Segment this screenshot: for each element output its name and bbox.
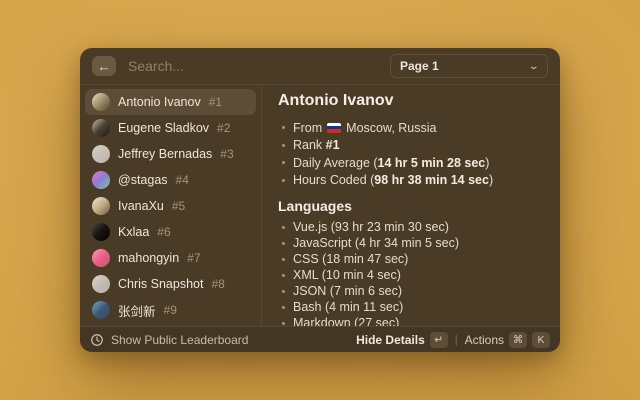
leaderboard-list: Antonio Ivanov #1Eugene Sladkov #2 Jeffrey … bbox=[80, 85, 262, 326]
hide-details-button[interactable]: Hide Details ↵ bbox=[356, 332, 448, 348]
languages-list: Vue.js (93 hr 23 min 30 sec)JavaScript (… bbox=[278, 219, 544, 326]
user-avatar bbox=[92, 301, 110, 319]
user-rank: #2 bbox=[217, 121, 230, 135]
back-arrow-icon: ← bbox=[98, 60, 111, 73]
user-avatar bbox=[92, 197, 110, 215]
user-name: Antonio Ivanov bbox=[118, 95, 201, 109]
leaderboard-row[interactable]: mahongyin #7 bbox=[85, 245, 256, 271]
page-dropdown-value: Page 1 bbox=[400, 59, 439, 73]
user-rank: #3 bbox=[220, 147, 233, 161]
language-item: XML (10 min 4 sec) bbox=[278, 267, 544, 283]
detail-panel: Antonio Ivanov FromMoscow, RussiaRank #1… bbox=[262, 85, 560, 326]
back-button[interactable]: ← bbox=[92, 56, 116, 76]
page-dropdown[interactable]: Page 1 ⌄ bbox=[390, 54, 548, 78]
enter-key-icon: ↵ bbox=[430, 332, 448, 348]
user-avatar bbox=[92, 145, 110, 163]
user-rank: #4 bbox=[176, 173, 189, 187]
user-name: IvanaXu bbox=[118, 199, 164, 213]
detail-title: Antonio Ivanov bbox=[278, 92, 544, 110]
detail-fact: FromMoscow, Russia bbox=[278, 119, 544, 137]
user-avatar bbox=[92, 171, 110, 189]
wakatime-clock-icon bbox=[90, 333, 104, 347]
user-rank: #8 bbox=[211, 277, 224, 291]
detail-facts: FromMoscow, RussiaRank #1Daily Average (… bbox=[278, 119, 544, 189]
user-avatar bbox=[92, 249, 110, 267]
user-name: Eugene Sladkov bbox=[118, 121, 209, 135]
russia-flag-icon bbox=[327, 123, 341, 133]
user-rank: #1 bbox=[209, 95, 222, 109]
user-name: 张剑新 bbox=[118, 301, 156, 320]
command-palette-window: ← Page 1 ⌄ Antonio Ivanov#1Eugene Sladko… bbox=[80, 48, 560, 352]
language-item: Vue.js (93 hr 23 min 30 sec) bbox=[278, 219, 544, 235]
language-item: CSS (18 min 47 sec) bbox=[278, 251, 544, 267]
chevron-down-icon: ⌄ bbox=[529, 61, 540, 72]
detail-fact: Daily Average (14 hr 5 min 28 sec) bbox=[278, 154, 544, 172]
leaderboard-row[interactable]: @stagas #4 bbox=[85, 167, 256, 193]
leaderboard-row[interactable]: Chris Snapshot #8 bbox=[85, 271, 256, 297]
statusbar-divider: | bbox=[455, 334, 458, 346]
user-avatar bbox=[92, 93, 110, 111]
user-name: Jeffrey Bernadas bbox=[118, 147, 212, 161]
leaderboard-row[interactable]: 张剑新 #9 bbox=[85, 297, 256, 323]
languages-heading: Languages bbox=[278, 198, 544, 214]
leaderboard-row[interactable]: Jeffrey Bernadas #3 bbox=[85, 141, 256, 167]
main-content: Antonio Ivanov #1Eugene Sladkov #2 Jeffrey … bbox=[80, 85, 560, 326]
user-rank: #5 bbox=[172, 199, 185, 213]
user-rank: #9 bbox=[164, 303, 177, 317]
language-item: Bash (4 min 11 sec) bbox=[278, 299, 544, 315]
language-item: JSON (7 min 6 sec) bbox=[278, 283, 544, 299]
actions-label: Actions bbox=[465, 333, 504, 347]
actions-button[interactable]: Actions ⌘ K bbox=[465, 332, 550, 348]
user-rank: #7 bbox=[187, 251, 200, 265]
user-name: @stagas bbox=[118, 173, 168, 187]
user-name: mahongyin bbox=[118, 251, 179, 265]
app-label: Show Public Leaderboard bbox=[111, 333, 248, 347]
user-avatar bbox=[92, 119, 110, 137]
leaderboard-row[interactable]: IvanaXu #5 bbox=[85, 193, 256, 219]
language-item: JavaScript (4 hr 34 min 5 sec) bbox=[278, 235, 544, 251]
top-bar: ← Page 1 ⌄ bbox=[80, 48, 560, 85]
language-item: Markdown (27 sec) bbox=[278, 315, 544, 326]
k-key-icon: K bbox=[532, 332, 550, 348]
hide-details-label: Hide Details bbox=[356, 333, 425, 347]
leaderboard-row[interactable]: Eugene Sladkov #2 bbox=[85, 115, 256, 141]
user-name: Kxlaa bbox=[118, 225, 149, 239]
command-key-icon: ⌘ bbox=[509, 332, 527, 348]
search-input[interactable] bbox=[126, 57, 380, 75]
user-name: Chris Snapshot bbox=[118, 277, 203, 291]
detail-fact: Hours Coded (98 hr 38 min 14 sec) bbox=[278, 172, 544, 190]
leaderboard-row[interactable]: Kxlaa #6 bbox=[85, 219, 256, 245]
user-avatar bbox=[92, 223, 110, 241]
leaderboard-row[interactable]: Antonio Ivanov #1 bbox=[85, 89, 256, 115]
user-avatar bbox=[92, 275, 110, 293]
detail-fact: Rank #1 bbox=[278, 137, 544, 155]
status-bar: Show Public Leaderboard Hide Details ↵ |… bbox=[80, 326, 560, 352]
user-rank: #6 bbox=[157, 225, 170, 239]
